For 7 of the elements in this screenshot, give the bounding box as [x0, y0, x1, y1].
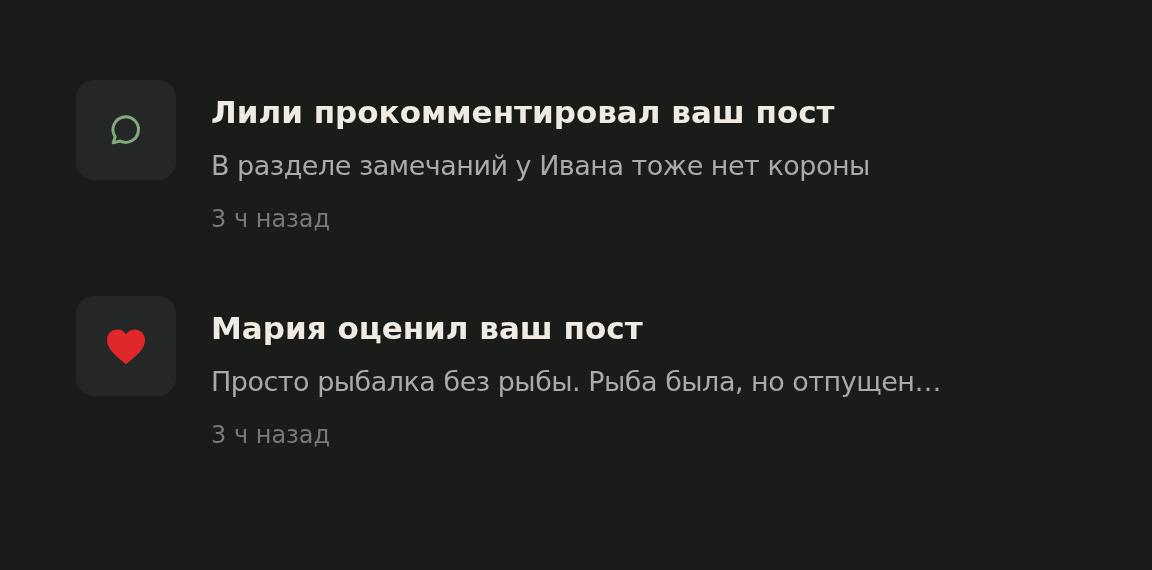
notification-title: Мария оценил ваш пост [211, 309, 644, 348]
notification-time: 3 ч назад [211, 420, 332, 451]
notification-title: Лили прокомментировал ваш пост [211, 93, 836, 132]
notification-time: 3 ч назад [211, 204, 332, 235]
notification-text: Просто рыбалка без рыбы. Рыба была, но отпущен… [211, 365, 941, 399]
notification-text: В разделе замечаний у Ивана тоже нет короны [211, 149, 870, 183]
heart-icon [105, 327, 147, 365]
